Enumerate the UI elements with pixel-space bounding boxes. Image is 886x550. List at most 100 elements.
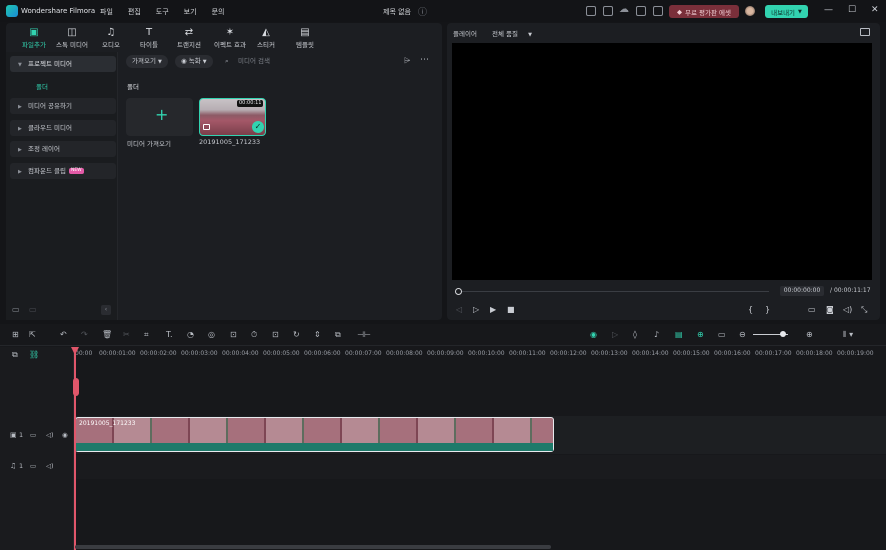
color-icon[interactable]: ◎ xyxy=(208,330,215,340)
menu-tools[interactable]: 도구 xyxy=(156,7,169,17)
timeline-ruler[interactable]: 00:00 00:00:01:00 00:00:02:00 00:00:03:0… xyxy=(75,347,886,359)
mic-icon[interactable]: ♪ xyxy=(654,330,659,340)
split-icon[interactable]: ✂ xyxy=(123,330,130,340)
playhead-marker[interactable] xyxy=(73,378,79,396)
promo-button[interactable]: ◆ 무료 평가판 에셋 xyxy=(669,5,739,18)
close-button[interactable]: ✕ xyxy=(871,5,879,15)
redo-icon[interactable]: ↷ xyxy=(81,330,88,340)
avatar[interactable] xyxy=(745,6,755,16)
eye-icon[interactable]: ◉ xyxy=(62,431,68,439)
record-dropdown[interactable]: ◉ 녹화 ▼ xyxy=(175,55,213,68)
tab-transitions[interactable]: ⇄ 트랜지션 xyxy=(172,25,206,49)
folder-icon[interactable]: ▭ xyxy=(30,431,36,439)
stop-icon[interactable]: ■ xyxy=(507,305,515,314)
layout-grid-icon[interactable]: ⊞ xyxy=(12,330,19,340)
new-folder-icon[interactable]: ▭ xyxy=(12,305,20,314)
select-tool-icon[interactable]: ⇱ xyxy=(29,330,36,340)
tab-templates[interactable]: ▤ 템플릿 xyxy=(290,25,320,49)
scrubber-handle[interactable] xyxy=(455,288,462,295)
more-icon[interactable]: ⋯ xyxy=(420,55,429,65)
media-search-input[interactable]: ⌕ 미디어 검색 xyxy=(222,55,392,68)
import-media-label: 미디어 가져오기 xyxy=(127,140,171,148)
fullscreen-icon[interactable]: ⤡ xyxy=(861,305,867,315)
add-track-icon[interactable]: ⧉ xyxy=(12,350,18,360)
sidebar-item-cloud-media[interactable]: ▶ 클라우드 미디어 xyxy=(10,120,116,136)
quality-dropdown[interactable]: 전체 품질 ▼ xyxy=(492,28,532,38)
zoom-in-icon[interactable]: ⊕ xyxy=(806,330,813,340)
track-layout-icon[interactable]: ⦀ ▾ xyxy=(843,330,853,340)
tab-import[interactable]: ▣ 파일추가 xyxy=(16,25,52,49)
prev-frame-icon[interactable]: ◁ xyxy=(456,305,462,314)
zoom-slider-handle[interactable] xyxy=(780,331,786,337)
mute-icon[interactable]: ◁) xyxy=(46,462,54,470)
timeline-scrollbar[interactable] xyxy=(75,545,551,549)
audio-edit-icon[interactable]: ▤ xyxy=(675,330,683,340)
snap-icon[interactable]: ⊕ xyxy=(697,330,704,340)
snapshot-icon[interactable] xyxy=(860,28,870,36)
current-time: 00:00:00:00 xyxy=(780,286,824,296)
play-frame-icon[interactable]: ▷ xyxy=(473,305,479,314)
menu-bar: 파일 편집 도구 보기 문의 xyxy=(100,7,224,17)
shield-icon[interactable]: ◊ xyxy=(633,330,637,340)
sidebar-item-share-media[interactable]: ▶ 미디어 공유하기 xyxy=(10,98,116,114)
monitor-icon[interactable]: ▭ xyxy=(808,305,816,314)
subtitle-icon[interactable]: ▭ xyxy=(718,330,726,340)
camera-icon[interactable]: ◙ xyxy=(826,305,834,314)
mark-out-icon[interactable]: } xyxy=(765,305,770,314)
folder-icon[interactable]: ▭ xyxy=(30,462,36,470)
play-timeline-icon[interactable]: ▷ xyxy=(612,330,618,340)
grid-icon[interactable] xyxy=(653,6,663,16)
chevron-right-icon: ▶ xyxy=(18,147,22,153)
mute-icon[interactable]: ◁) xyxy=(46,431,54,439)
tab-stickers[interactable]: ◭ 스티커 xyxy=(252,25,280,49)
link-icon[interactable]: ⛓ xyxy=(29,350,39,359)
play-icon[interactable]: ▶ xyxy=(490,305,496,314)
cloud-icon[interactable]: ☁ xyxy=(619,4,629,15)
sidebar-item-folder[interactable]: 폴더 xyxy=(36,81,48,91)
delete-icon[interactable]: 🗑 xyxy=(102,330,112,340)
mark-in-icon[interactable]: { xyxy=(748,305,753,314)
search-icon: ⌕ xyxy=(225,57,229,65)
layout-icon[interactable] xyxy=(586,6,596,16)
timer-icon[interactable]: ⏱ xyxy=(251,330,257,340)
fit-icon[interactable]: ⊡ xyxy=(272,330,279,340)
track-headers xyxy=(0,347,74,550)
ruler-tick: 00:00:19:00 xyxy=(837,350,874,357)
tab-effects[interactable]: ✶ 이펙트 효과 xyxy=(210,25,250,49)
motion-icon[interactable]: ↻ xyxy=(293,330,300,340)
export-button[interactable]: 내보내기 ▼ xyxy=(765,5,808,18)
adjust-icon[interactable]: ⇕ xyxy=(314,330,321,340)
playback-scrubber[interactable] xyxy=(457,291,769,292)
tab-stock-media[interactable]: ◫ 스톡 미디어 xyxy=(52,25,92,49)
tab-titles[interactable]: T 타이틀 xyxy=(134,25,164,49)
tab-audio[interactable]: ♫ 오디오 xyxy=(96,25,126,49)
undo-icon[interactable]: ↶ xyxy=(60,330,67,340)
plus-icon: + xyxy=(155,105,169,124)
sidebar-item-project-media[interactable]: ▼ 프로젝트 미디어 xyxy=(10,56,116,72)
info-icon[interactable]: ⓘ xyxy=(418,5,427,18)
keyframe-icon[interactable]: ⊣⊢ xyxy=(357,330,371,340)
import-dropdown[interactable]: 가져오기 ▼ xyxy=(126,55,168,68)
minimize-button[interactable]: — xyxy=(824,5,833,15)
group-icon[interactable]: ⧉ xyxy=(335,330,341,340)
zoom-out-icon[interactable]: ⊖ xyxy=(739,330,746,340)
delete-folder-icon[interactable]: ▭ xyxy=(29,305,37,314)
speed-icon[interactable]: ◔ xyxy=(187,330,194,340)
sidebar-item-compound-clip[interactable]: ▶ 컴파운드 클립 NEW xyxy=(10,163,116,179)
maximize-button[interactable]: ☐ xyxy=(848,5,856,15)
text-icon[interactable]: T. xyxy=(166,330,172,340)
save-icon[interactable] xyxy=(603,6,613,16)
ruler-tick: 00:00:18:00 xyxy=(796,350,833,357)
collapse-sidebar-icon[interactable]: ‹ xyxy=(101,305,111,315)
filter-icon[interactable]: ⩥ xyxy=(404,56,410,66)
menu-help[interactable]: 문의 xyxy=(212,7,225,17)
menu-file[interactable]: 파일 xyxy=(100,7,113,17)
volume-icon[interactable]: ◁) xyxy=(843,305,852,314)
render-icon[interactable]: ◉ xyxy=(590,330,597,340)
menu-edit[interactable]: 편집 xyxy=(128,7,141,17)
sidebar-item-adjustment-layer[interactable]: ▶ 조정 레이어 xyxy=(10,141,116,157)
crop-icon[interactable]: ⌗ xyxy=(144,330,149,340)
menu-view[interactable]: 보기 xyxy=(184,7,197,17)
feedback-icon[interactable] xyxy=(636,6,646,16)
ai-icon[interactable]: ⊡ xyxy=(230,330,237,340)
